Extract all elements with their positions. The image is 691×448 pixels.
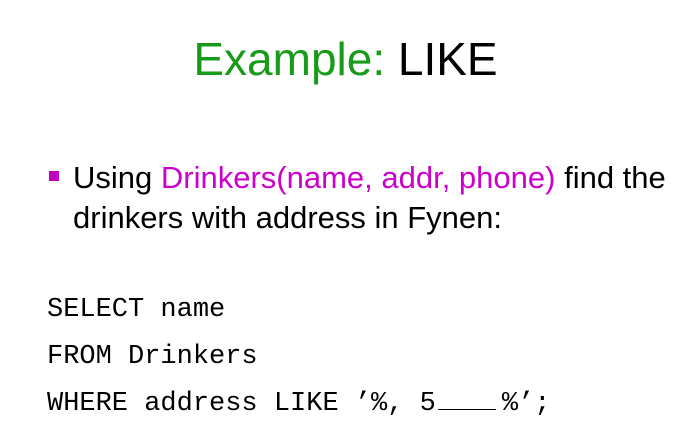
title-keyword: LIKE (397, 33, 498, 85)
slide: Example: LIKE Using Drinkers(name, addr,… (0, 0, 691, 448)
bullet-square-icon (49, 171, 59, 181)
where-clause-end: %’; (501, 389, 551, 419)
sql-line-select: SELECT name (47, 295, 226, 325)
wildcard-blanks (437, 387, 496, 410)
sql-line-from: FROM Drinkers (47, 342, 258, 372)
title-prefix: Example: (193, 33, 386, 85)
slide-title: Example: LIKE (0, 30, 691, 88)
relation-schema: Drinkers(name, addr, phone) (160, 160, 556, 195)
where-clause-start: WHERE address LIKE ’%, 5 (47, 389, 436, 419)
sql-line-where: WHERE address LIKE ’%, 5 %’; (47, 384, 550, 431)
bullet-lead: Using (73, 160, 161, 195)
sql-query: SELECT name FROM Drinkers WHERE address … (47, 290, 550, 431)
bullet-text: Using Drinkers(name, addr, phone) find t… (73, 158, 673, 238)
